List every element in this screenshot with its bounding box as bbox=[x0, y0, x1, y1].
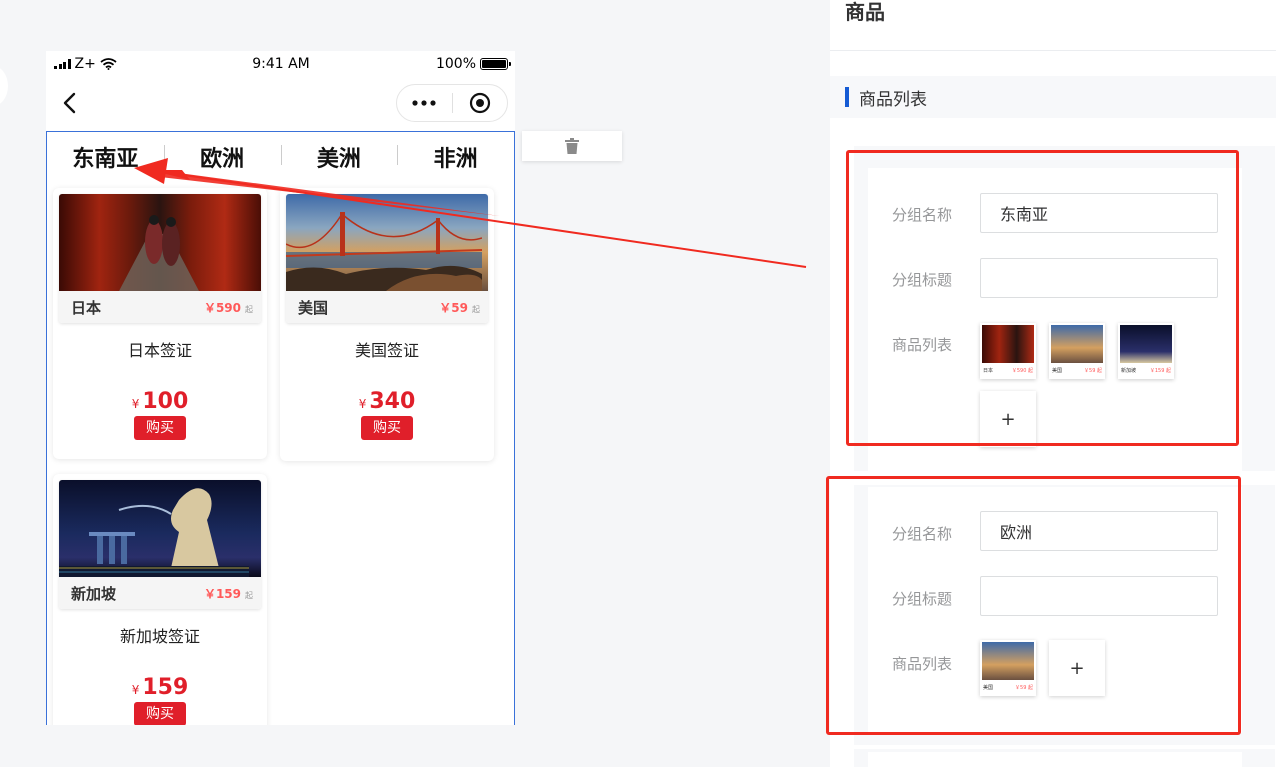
status-time: 9:41 AM bbox=[252, 56, 310, 72]
panel-title: 商品 bbox=[845, 0, 885, 24]
trash-icon bbox=[565, 138, 579, 154]
japan-photo bbox=[59, 194, 261, 291]
settings-panel: 商品 商品列表 分组名称 东南亚 分组标题 商品列表 日本 ￥590 起 美国 ￥5… bbox=[830, 0, 1276, 767]
group-card-2: 分组名称 欧洲 分组标题 商品列表 美国 ￥59 起 + bbox=[868, 487, 1242, 733]
group-title-label: 分组标题 bbox=[892, 271, 953, 289]
buy-button[interactable]: 购买 bbox=[134, 702, 186, 725]
product-price: ¥340 bbox=[358, 389, 416, 414]
target-icon bbox=[469, 92, 490, 114]
tab-bar: 东南亚 欧洲 美洲 非洲 bbox=[47, 132, 514, 182]
thumb-name: 美国 bbox=[298, 298, 329, 317]
product-thumbnail: 新加坡 ￥159 起 bbox=[59, 480, 261, 609]
group-product-thumb[interactable]: 日本 ￥590 起 bbox=[980, 323, 1036, 379]
thumb-name: 新加坡 bbox=[71, 584, 117, 603]
group-name-label: 分组名称 bbox=[892, 206, 953, 224]
status-bar: Z+ 9:41 AM 100% bbox=[46, 51, 515, 77]
thumb-price: ￥59 起 bbox=[439, 300, 480, 315]
tab-southeast-asia[interactable]: 东南亚 bbox=[47, 141, 164, 173]
product-thumbnail: 日本 ￥590 起 bbox=[59, 194, 261, 323]
back-arrow-icon[interactable] bbox=[60, 89, 80, 117]
thumb-price: ￥590 起 bbox=[203, 300, 253, 315]
group-product-thumb[interactable]: 新加坡 ￥159 起 bbox=[1118, 323, 1174, 379]
group-title-input[interactable] bbox=[980, 576, 1218, 616]
group-list-label: 商品列表 bbox=[892, 655, 953, 673]
singapore-photo bbox=[59, 480, 261, 577]
battery-icon bbox=[480, 58, 511, 70]
wifi-icon bbox=[100, 58, 117, 70]
thumb-price: ￥159 起 bbox=[203, 586, 253, 601]
product-title: 新加坡签证 bbox=[119, 627, 200, 646]
group-name-input[interactable]: 欧洲 bbox=[980, 511, 1218, 551]
close-mini-program-button[interactable] bbox=[453, 85, 508, 121]
mini-program-capsule bbox=[396, 84, 508, 122]
delete-component-button[interactable] bbox=[522, 131, 622, 161]
group-title-input[interactable] bbox=[980, 258, 1218, 298]
battery-percent: 100% bbox=[435, 56, 476, 72]
product-card-singapore[interactable]: 新加坡 ￥159 起 新加坡签证 ¥159 购买 bbox=[53, 474, 267, 725]
tab-america[interactable]: 美洲 bbox=[280, 141, 398, 173]
group-title-label: 分组标题 bbox=[892, 590, 953, 608]
phone-preview: Z+ 9:41 AM 100% 东南亚 欧洲 美洲 非洲 日本 ￥590 起 日… bbox=[46, 51, 515, 725]
add-product-button[interactable]: + bbox=[980, 391, 1036, 447]
edge-handle bbox=[0, 66, 8, 106]
section-label: 商品列表 bbox=[859, 89, 927, 110]
product-card-japan[interactable]: 日本 ￥590 起 日本签证 ¥100 购买 bbox=[53, 188, 267, 459]
tab-europe[interactable]: 欧洲 bbox=[163, 141, 281, 173]
thumb-name: 日本 bbox=[71, 298, 102, 317]
group-name-input[interactable]: 东南亚 bbox=[980, 193, 1218, 233]
section-header: 商品列表 bbox=[830, 76, 1276, 118]
buy-button[interactable]: 购买 bbox=[361, 416, 413, 440]
tab-africa[interactable]: 非洲 bbox=[397, 141, 514, 173]
signal-icon bbox=[54, 59, 71, 69]
product-thumbnail: 美国 ￥59 起 bbox=[286, 194, 488, 323]
group-card-3 bbox=[868, 752, 1242, 767]
group-card-1: 分组名称 东南亚 分组标题 商品列表 日本 ￥590 起 美国 ￥59 起 新加坡 ￥… bbox=[868, 168, 1242, 471]
product-title: 美国签证 bbox=[354, 341, 419, 360]
group-product-thumb[interactable]: 美国 ￥59 起 bbox=[1049, 323, 1105, 379]
group-product-thumb[interactable]: 美国 ￥59 起 bbox=[980, 640, 1036, 696]
more-button[interactable] bbox=[397, 85, 452, 121]
usa-photo bbox=[286, 194, 488, 291]
carrier-label: Z+ bbox=[74, 56, 96, 72]
product-card-usa[interactable]: 美国 ￥59 起 美国签证 ¥340 购买 bbox=[280, 188, 494, 461]
add-product-button[interactable]: + bbox=[1049, 640, 1105, 696]
selected-component-frame[interactable]: 东南亚 欧洲 美洲 非洲 日本 ￥590 起 日本签证 ¥ 100 购买 美国 … bbox=[46, 131, 515, 725]
buy-button[interactable]: 购买 bbox=[134, 416, 186, 440]
more-dots-icon bbox=[412, 100, 436, 106]
product-price: ¥100 bbox=[131, 389, 189, 414]
product-title: 日本签证 bbox=[127, 341, 192, 360]
product-price: ¥159 bbox=[131, 675, 189, 700]
group-name-label: 分组名称 bbox=[892, 525, 953, 543]
group-list-label: 商品列表 bbox=[892, 336, 953, 354]
